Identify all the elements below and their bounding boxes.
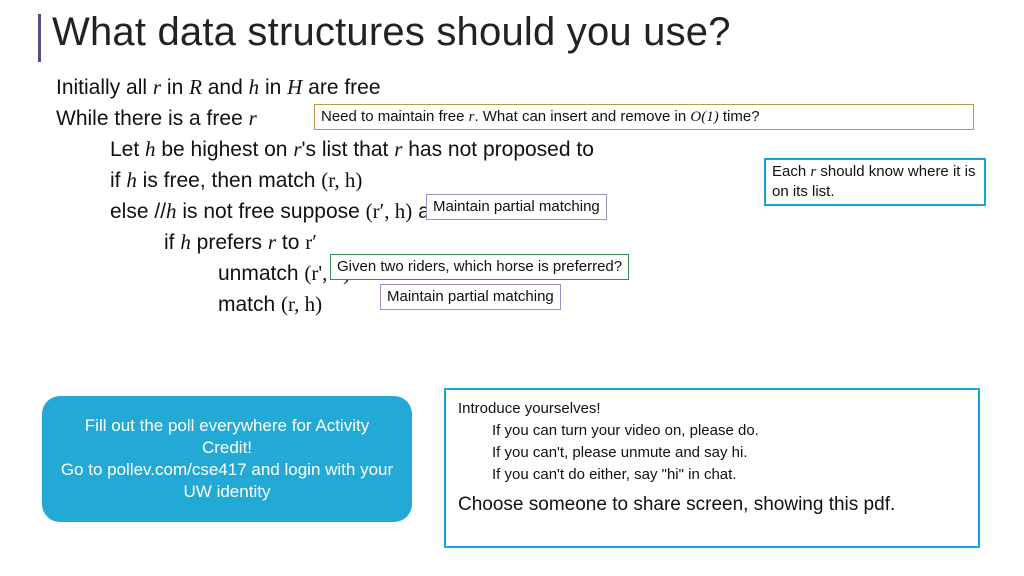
intro-line-1: Introduce yourselves! bbox=[458, 398, 966, 420]
intro-box: Introduce yourselves! If you can turn yo… bbox=[444, 388, 980, 548]
poll-callout: Fill out the poll everywhere for Activit… bbox=[42, 396, 412, 522]
page-title: What data structures should you use? bbox=[52, 10, 731, 55]
algo-line-1: Initially all r in R and h in H are free bbox=[56, 72, 594, 103]
note-partial-matching-1: Maintain partial matching bbox=[426, 194, 607, 220]
algo-line-4: if h is free, then match (r, h) bbox=[56, 165, 594, 196]
note-preference-query: Given two riders, which horse is preferr… bbox=[330, 254, 629, 280]
title-accent-bar bbox=[38, 14, 41, 62]
note-position-on-list: Each r should know where it is on its li… bbox=[764, 158, 986, 206]
intro-line-5: Choose someone to share screen, showing … bbox=[458, 492, 966, 518]
intro-line-3: If you can't, please unmute and say hi. bbox=[458, 442, 966, 464]
algo-line-3: Let h be highest on r's list that r has … bbox=[56, 134, 594, 165]
poll-line-2: Go to pollev.com/cse417 and login with y… bbox=[60, 459, 394, 503]
note-free-queue: Need to maintain free r. What can insert… bbox=[314, 104, 974, 130]
intro-line-2: If you can turn your video on, please do… bbox=[458, 420, 966, 442]
poll-line-1: Fill out the poll everywhere for Activit… bbox=[60, 415, 394, 459]
intro-line-4: If you can't do either, say "hi" in chat… bbox=[458, 464, 966, 486]
note-partial-matching-2: Maintain partial matching bbox=[380, 284, 561, 310]
